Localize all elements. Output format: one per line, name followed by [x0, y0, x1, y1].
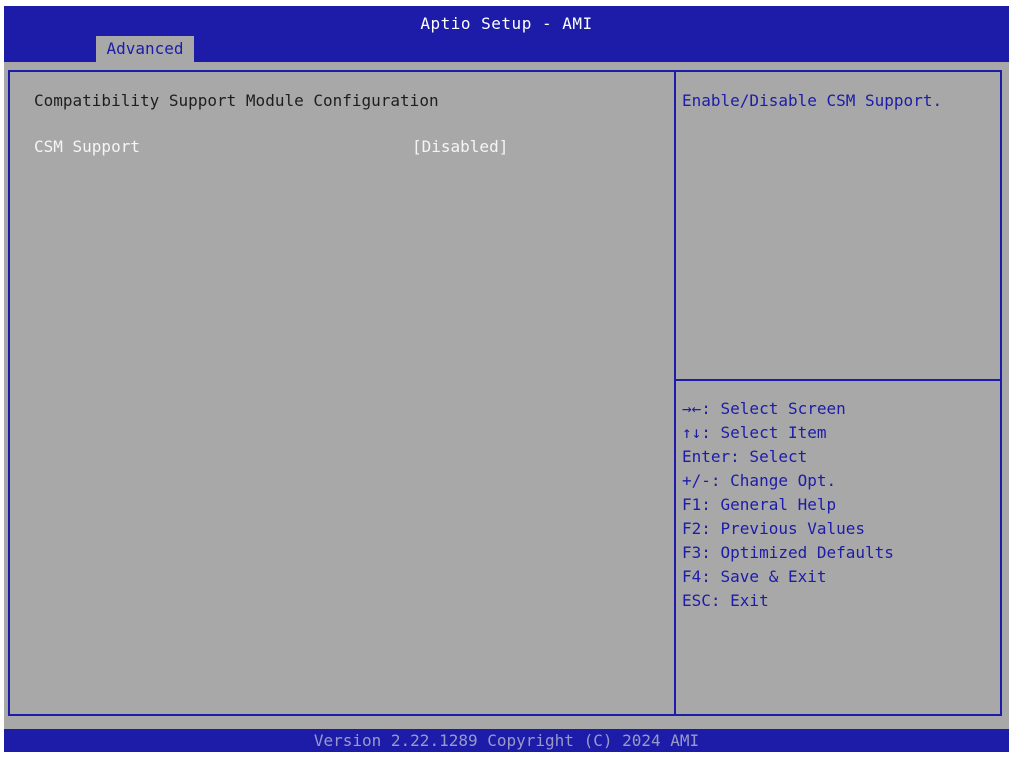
setting-label: CSM Support [34, 137, 140, 156]
setting-value[interactable]: [Disabled] [412, 137, 508, 156]
key-hint: F2: Previous Values [682, 519, 866, 538]
bios-setup-screen: Aptio Setup - AMI Advanced Compatibility… [4, 6, 1009, 752]
key-hint: F3: Optimized Defaults [682, 543, 894, 562]
help-panel: Enable/Disable CSM Support. →←: Select S… [674, 72, 1002, 714]
setting-row-csm-support[interactable]: CSM Support [Disabled] [26, 134, 526, 158]
app-title: Aptio Setup - AMI [420, 14, 593, 33]
key-hint: →←: Select Screen [682, 399, 846, 418]
help-divider [676, 379, 1002, 381]
header-bar: Aptio Setup - AMI Advanced [4, 6, 1009, 62]
tab-advanced[interactable]: Advanced [96, 36, 194, 62]
main-frame: Compatibility Support Module Configurati… [8, 70, 1002, 716]
version-text: Version 2.22.1289 Copyright (C) 2024 AMI [313, 731, 700, 750]
key-hint: ↑↓: Select Item [682, 423, 827, 442]
key-hint: Enter: Select [682, 447, 808, 466]
key-legend: →←: Select Screen ↑↓: Select Item Enter:… [682, 397, 894, 613]
settings-panel: Compatibility Support Module Configurati… [10, 72, 674, 714]
help-text: Enable/Disable CSM Support. [682, 91, 943, 110]
key-hint: +/-: Change Opt. [682, 471, 837, 490]
footer-bar: Version 2.22.1289 Copyright (C) 2024 AMI [4, 729, 1009, 752]
key-hint: F4: Save & Exit [682, 567, 827, 586]
key-hint: ESC: Exit [682, 591, 769, 610]
key-hint: F1: General Help [682, 495, 837, 514]
section-title: Compatibility Support Module Configurati… [34, 91, 439, 110]
